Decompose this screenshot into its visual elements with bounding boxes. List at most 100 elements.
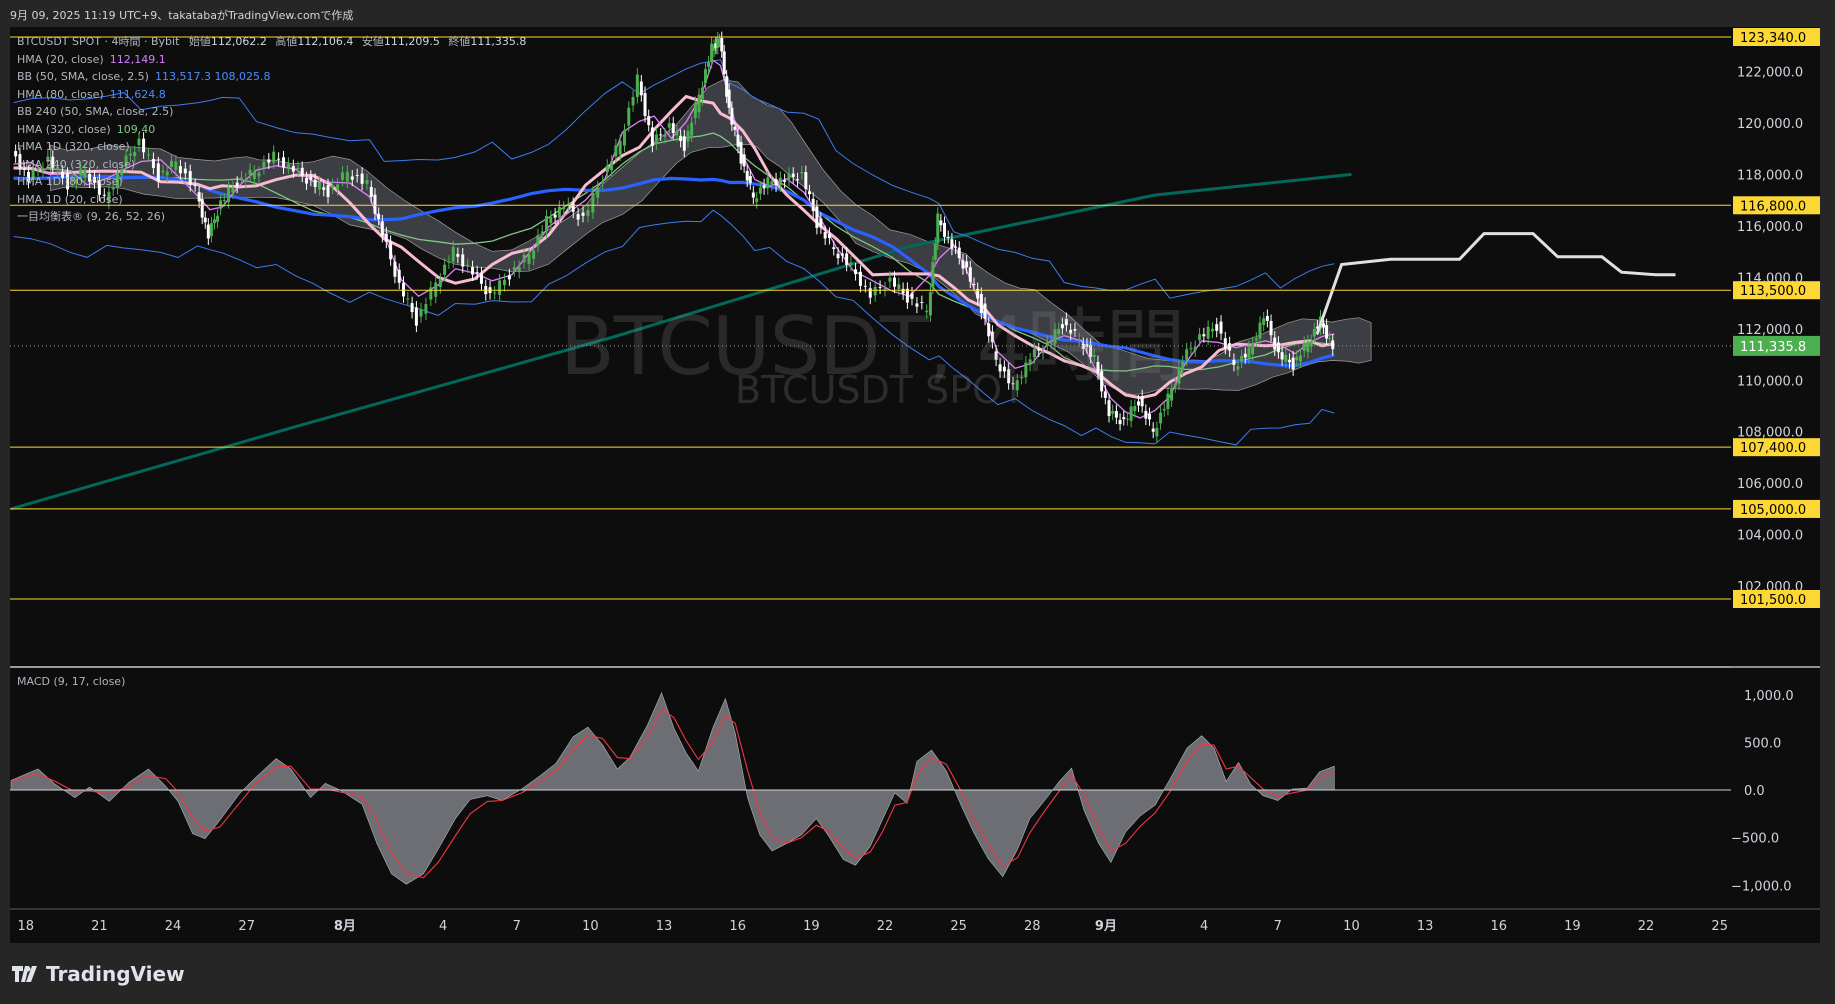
indicator-label: HMA 1D (20, close) [17,192,123,206]
candle-body [618,140,622,155]
indicator-legend-row[interactable]: HMA 1D (80, close) [17,173,531,191]
macd-legend: MACD (9, 17, close) [17,675,126,688]
brand-name: TradingView [46,962,185,986]
candle-body [1223,338,1227,348]
candle-body [389,241,393,260]
candle-body [545,216,549,232]
candle-body [1306,341,1310,353]
candle-body [1240,356,1244,362]
candle-body [755,198,759,203]
time-axis-tick: 22 [877,919,894,934]
level-price-label: 113,500.0 [1740,284,1806,299]
candle-body [957,247,961,259]
time-axis-tick: 28 [1024,919,1041,934]
indicator-legend-row[interactable]: BB (50, SMA, close, 2.5) 113,517.3 108,02… [17,68,531,86]
candle-body [635,74,639,97]
candle-body [716,38,720,48]
candle-body [840,253,844,256]
indicator-legend-row[interactable]: HMA (320, close) 109,40 [17,121,531,139]
candle-body [654,134,658,144]
high-value: 112,106.4 [297,35,354,48]
time-axis-tick: 7 [1274,919,1282,934]
indicator-legend-row[interactable]: HMA 1D (20, close) [17,191,531,209]
candle-body [591,192,595,213]
indicator-legend-row[interactable]: HMA (20, close) 112,149.1 [17,51,531,69]
low-label: 安値 [361,35,384,48]
time-axis-tick: 19 [803,919,820,934]
price-axis-tick: 122,000.0 [1737,65,1803,80]
indicator-legend-row[interactable]: 一目均衡表® (9, 26, 52, 26) [17,208,531,226]
indicator-value: 112,149.1 [109,52,166,66]
candle-body [819,218,823,228]
candle-body [627,107,631,126]
candle-body [1291,357,1295,370]
candle-body [1133,406,1137,412]
time-axis-background [10,910,1820,943]
candle-body [532,250,536,259]
candle-body [631,96,635,106]
candle-body [1111,411,1115,414]
candle-body [671,123,675,133]
level-price-label: 107,400.0 [1740,441,1806,456]
candle-body [650,127,654,146]
candle-body [659,134,663,136]
macd-axis-tick: −1,000.0 [1731,879,1792,894]
candle-body [854,269,858,275]
candle-body [601,181,605,183]
candle-body [1114,411,1118,418]
candle-body [410,303,414,313]
candle-body [1148,413,1152,420]
candle-body [733,126,737,130]
tradingview-logo-icon[interactable] [12,966,42,982]
candle-body [791,173,795,177]
candle-body [739,142,743,164]
indicator-legend-row[interactable]: HMA 1D (320, close) [17,138,531,156]
candle-body [675,131,679,136]
candle-body [1254,338,1258,341]
indicator-legend-row[interactable]: BB 240 (50, SMA, close, 2.5) [17,103,531,121]
candle-body [557,206,561,218]
indicator-legend-row[interactable]: HMA (80, close) 111,624.8 [17,86,531,104]
candle-body [1284,355,1288,362]
candle-body [1322,323,1326,328]
level-price-label: 123,340.0 [1740,31,1806,46]
candle-body [414,307,418,326]
candle-body [1280,352,1284,360]
candle-body [774,179,778,186]
candle-body [679,135,683,141]
candle-body [727,89,731,108]
candle-body [1193,346,1197,351]
price-axis-tick: 110,000.0 [1737,374,1803,389]
candle-body [429,287,433,300]
candle-body [954,246,958,248]
candle-body [751,192,755,198]
candle-body [800,172,804,174]
symbol-label: BTCUSDT SPOT · 4時間 · Bybit [17,35,180,48]
last-price-label: 111,335.8 [1740,340,1806,355]
time-axis-tick: 4 [439,919,447,934]
time-axis-tick: 16 [729,919,746,934]
candle-body [946,236,950,238]
candle-body [402,282,406,297]
close-value: 111,335.8 [470,35,527,48]
candle-body [933,243,937,260]
indicator-legend-row[interactable]: HMA 240 (320, close) [17,156,531,174]
candle-body [586,210,590,216]
time-axis-tick: 24 [165,919,182,934]
time-axis-tick: 25 [950,919,967,934]
candle-body [1159,412,1163,424]
candle-body [1269,320,1273,336]
candle-body [1273,337,1277,350]
candle-body [686,130,690,142]
price-axis-tick: 120,000.0 [1737,117,1803,132]
candle-body [697,94,701,113]
candle-body [456,253,460,257]
time-axis-tick: 4 [1200,919,1208,934]
candle-body [1215,324,1219,331]
candle-body [720,38,724,52]
time-axis-tick: 13 [1417,919,1434,934]
candle-body [397,269,401,283]
candle-body [1162,408,1166,411]
time-axis-tick: 22 [1638,919,1655,934]
candle-body [576,214,580,220]
